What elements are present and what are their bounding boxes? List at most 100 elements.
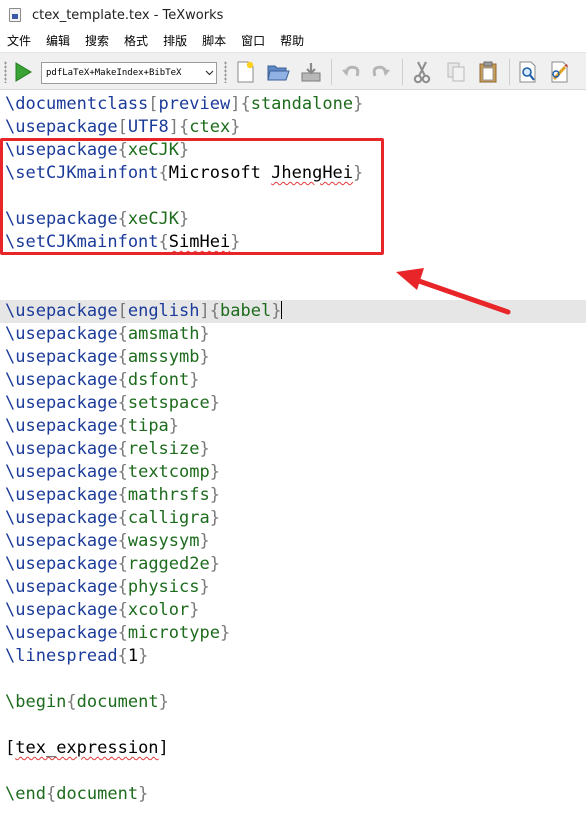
code-line[interactable]: \usepackage{tipa} — [5, 415, 363, 438]
menu-typeset[interactable]: 排版 — [156, 30, 195, 52]
code-token: \usepackage — [5, 577, 118, 597]
code-line[interactable]: \begin{document} — [5, 691, 363, 714]
code-token: } — [209, 462, 220, 482]
code-token: { — [209, 301, 220, 321]
code-line[interactable] — [5, 668, 363, 691]
code-token: } — [219, 623, 231, 643]
menu-window[interactable]: 窗口 — [234, 30, 273, 52]
code-token: [ — [148, 94, 159, 114]
code-line[interactable]: \usepackage[english]{babel} — [5, 300, 363, 323]
code-line[interactable]: \end{document} — [5, 783, 363, 806]
code-token: \usepackage — [5, 117, 118, 137]
code-token: } — [209, 554, 220, 574]
menu-search[interactable]: 搜索 — [78, 30, 117, 52]
code-line[interactable]: \linespread{1} — [5, 645, 363, 668]
window-title: ctex_template.tex - TeXworks — [32, 7, 224, 23]
save-icon[interactable] — [299, 60, 323, 84]
replace-icon[interactable] — [548, 60, 572, 84]
code-token: { — [117, 531, 128, 551]
code-token: } — [209, 393, 220, 413]
paste-icon[interactable] — [476, 60, 500, 84]
code-token: } — [138, 784, 149, 804]
code-line[interactable] — [5, 277, 363, 300]
code-line[interactable]: [tex_expression] — [5, 737, 363, 760]
code-line[interactable]: \usepackage{mathrsfs} — [5, 484, 363, 507]
code-token: \usepackage — [5, 508, 118, 528]
code-token: \usepackage — [5, 393, 118, 413]
code-token: } — [230, 117, 241, 137]
code-token: } — [189, 370, 200, 390]
code-token: { — [66, 692, 77, 712]
texworks-app-icon — [9, 8, 21, 22]
annotation-highlight-box — [0, 138, 384, 255]
menu-edit[interactable]: 编辑 — [39, 30, 78, 52]
code-line[interactable]: \usepackage{xcolor} — [5, 599, 363, 622]
code-token: amsmath — [127, 324, 200, 344]
code-token: } — [199, 531, 210, 551]
code-token: textcomp — [127, 462, 210, 482]
menu-scripts[interactable]: 脚本 — [195, 30, 234, 52]
code-token: wasysym — [127, 531, 200, 551]
code-token: babel — [220, 301, 272, 321]
typeset-play-icon[interactable] — [11, 60, 35, 84]
code-line[interactable]: \usepackage{microtype} — [5, 622, 363, 645]
menu-format[interactable]: 格式 — [117, 30, 156, 52]
code-token: \end — [5, 784, 46, 804]
code-token: ] — [158, 738, 169, 758]
code-token: \usepackage — [5, 531, 118, 551]
code-token: ctex — [189, 117, 231, 137]
find-icon[interactable] — [516, 60, 540, 84]
code-token: english — [127, 301, 200, 321]
toolbar-grip[interactable] — [224, 61, 227, 83]
code-token: { — [117, 554, 128, 574]
code-token: \usepackage — [5, 439, 118, 459]
code-line[interactable] — [5, 254, 363, 277]
code-line[interactable]: \usepackage{wasysym} — [5, 530, 363, 553]
undo-icon[interactable] — [338, 60, 362, 84]
typeset-engine-select[interactable]: pdfLaTeX+MakeIndex+BibTeX — [41, 62, 217, 84]
code-token: microtype — [127, 623, 220, 643]
code-line[interactable] — [5, 760, 363, 783]
code-line[interactable]: \usepackage{calligra} — [5, 507, 363, 530]
code-line[interactable]: \usepackage[UTF8]{ctex} — [5, 116, 363, 139]
code-line[interactable]: \usepackage{setspace} — [5, 392, 363, 415]
code-token: { — [117, 439, 128, 459]
redo-icon[interactable] — [370, 60, 394, 84]
code-token: { — [117, 508, 128, 528]
code-token: \usepackage — [5, 347, 118, 367]
code-token: } — [199, 324, 210, 344]
cut-icon[interactable] — [410, 60, 434, 84]
misspelled-token: tex_expression — [15, 738, 159, 758]
open-folder-icon[interactable] — [266, 60, 290, 84]
new-document-icon[interactable] — [233, 60, 257, 84]
editor-area[interactable]: \documentclass[preview]{standalone} \usep… — [0, 90, 586, 822]
code-line[interactable]: \usepackage{amssymb} — [5, 346, 363, 369]
code-token: } — [189, 600, 200, 620]
code-line[interactable]: \usepackage{amsmath} — [5, 323, 363, 346]
copy-icon[interactable] — [444, 60, 468, 84]
code-line[interactable]: \documentclass[preview]{standalone} — [5, 93, 363, 116]
code-token: document — [76, 692, 159, 712]
code-line[interactable]: \usepackage{physics} — [5, 576, 363, 599]
code-token: { — [117, 600, 128, 620]
toolbar-grip[interactable] — [4, 61, 7, 83]
code-token: { — [117, 577, 128, 597]
code-line[interactable] — [5, 714, 363, 737]
code-line[interactable]: \usepackage{textcomp} — [5, 461, 363, 484]
code-token: { — [117, 485, 128, 505]
menu-bar: 文件 编辑 搜索 格式 排版 脚本 窗口 帮助 — [0, 30, 586, 52]
code-token: dsfont — [127, 370, 190, 390]
code-token: } — [209, 508, 220, 528]
code-token: { — [117, 623, 128, 643]
code-line[interactable]: \usepackage{dsfont} — [5, 369, 363, 392]
code-token: } — [199, 439, 210, 459]
code-token: [ — [117, 117, 128, 137]
code-token: \usepackage — [5, 462, 118, 482]
code-token: \linespread — [5, 646, 118, 666]
code-token: xcolor — [127, 600, 190, 620]
menu-file[interactable]: 文件 — [0, 30, 39, 52]
code-line[interactable]: \usepackage{relsize} — [5, 438, 363, 461]
chevron-down-icon — [202, 70, 216, 76]
code-line[interactable]: \usepackage{ragged2e} — [5, 553, 363, 576]
menu-help[interactable]: 帮助 — [273, 30, 312, 52]
